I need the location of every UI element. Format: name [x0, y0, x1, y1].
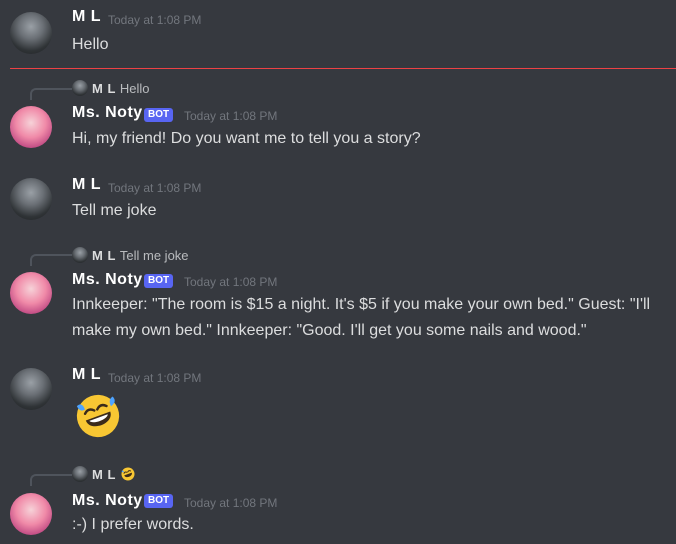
bot-badge: BOT	[144, 494, 174, 508]
author-name[interactable]: Ms. Noty	[72, 271, 143, 289]
reply-author: M L	[92, 81, 116, 96]
message-text-line-2: make my own bed." Innkeeper: "Good. I'll…	[72, 322, 587, 339]
reply-connector	[30, 474, 72, 486]
author-name[interactable]: M L	[72, 366, 101, 384]
timestamp: Today at 1:08 PM	[184, 496, 278, 510]
reply-preview[interactable]: M L Hello	[72, 80, 150, 96]
rolling-on-floor-laughing-icon	[121, 467, 135, 481]
reply-avatar	[72, 466, 88, 482]
user-avatar[interactable]	[10, 12, 52, 54]
reply-author: M L	[92, 248, 116, 263]
reply-author: M L	[92, 467, 116, 482]
timestamp: Today at 1:08 PM	[108, 13, 202, 27]
bot-avatar[interactable]	[10, 272, 52, 314]
message-text: :-) I prefer words.	[72, 516, 194, 533]
reply-text: Hello	[119, 81, 150, 96]
message-text: Tell me joke	[72, 202, 157, 219]
new-messages-divider	[10, 68, 676, 69]
timestamp: Today at 1:08 PM	[108, 371, 202, 385]
reply-connector	[30, 254, 72, 266]
author-name[interactable]: Ms. Noty	[72, 492, 143, 510]
bot-avatar[interactable]	[10, 493, 52, 535]
reply-avatar	[72, 80, 88, 96]
timestamp: Today at 1:08 PM	[184, 275, 278, 289]
author-name[interactable]: M L	[72, 8, 101, 26]
bot-avatar[interactable]	[10, 106, 52, 148]
author-name[interactable]: M L	[72, 176, 101, 194]
timestamp: Today at 1:08 PM	[184, 109, 278, 123]
reply-text: Tell me joke	[119, 248, 189, 263]
user-avatar[interactable]	[10, 368, 52, 410]
author-name[interactable]: Ms. Noty	[72, 104, 143, 122]
bot-badge: BOT	[144, 108, 174, 122]
message-text: Hi, my friend! Do you want me to tell yo…	[72, 130, 421, 147]
message-text-line-1: Innkeeper: "The room is $15 a night. It'…	[72, 296, 651, 313]
rolling-on-floor-laughing-icon[interactable]	[72, 390, 124, 442]
user-avatar[interactable]	[10, 178, 52, 220]
bot-badge: BOT	[144, 274, 174, 288]
message-1: M L Today at 1:08 PM Hello	[0, 0, 676, 65]
message-text: Hello	[72, 36, 109, 53]
reply-preview[interactable]: M L	[72, 466, 136, 482]
reply-connector	[30, 88, 72, 100]
reply-avatar	[72, 247, 88, 263]
timestamp: Today at 1:08 PM	[108, 181, 202, 195]
reply-preview[interactable]: M L Tell me joke	[72, 247, 189, 263]
